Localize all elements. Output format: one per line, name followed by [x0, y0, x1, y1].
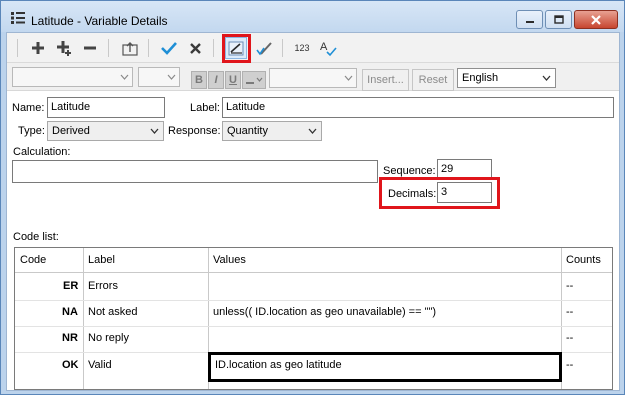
remove-button[interactable]: [79, 37, 101, 59]
language-select[interactable]: English: [457, 68, 556, 88]
toolbar-separator: [148, 39, 149, 57]
type-select[interactable]: Derived: [47, 121, 164, 141]
remove-icon: [84, 46, 96, 50]
row-code[interactable]: OK: [62, 359, 79, 371]
column-header-code[interactable]: Code: [20, 254, 46, 266]
edit-check-button[interactable]: [254, 37, 276, 59]
row-label[interactable]: Not asked: [88, 306, 138, 318]
type-label: Type:: [18, 125, 45, 137]
bold-label: B: [195, 74, 203, 86]
bold-button[interactable]: B: [191, 71, 207, 89]
accept-button[interactable]: [158, 37, 180, 59]
type-value: Derived: [52, 125, 90, 137]
chevron-down-icon: [146, 123, 162, 139]
highlight-frame: [222, 34, 251, 63]
chevron-down-icon: [304, 123, 320, 139]
decimals-highlight-frame: [379, 177, 500, 209]
toolbar: 123 A: [7, 33, 619, 63]
font-size-combo[interactable]: [138, 67, 180, 87]
number-format-button[interactable]: 123: [292, 37, 312, 59]
add-button[interactable]: [27, 37, 49, 59]
row-counts: --: [566, 359, 574, 371]
row-divider: [15, 300, 612, 301]
toolbar-separator: [282, 39, 283, 57]
svg-text:A: A: [320, 41, 328, 53]
chevron-down-icon: [538, 70, 554, 86]
codelist-grid: Code Label Values Counts ER Errors -- NA…: [14, 247, 613, 390]
close-button[interactable]: [574, 10, 618, 29]
row-values[interactable]: ID.location as geo latitude: [215, 359, 342, 371]
calculation-label: Calculation:: [13, 146, 71, 158]
add-icon: [32, 42, 44, 54]
cancel-icon: [189, 42, 201, 54]
row-code[interactable]: ER: [63, 280, 78, 292]
underline-button[interactable]: U: [225, 71, 241, 89]
accept-icon: [161, 42, 177, 55]
add-sub-button[interactable]: [53, 37, 75, 59]
minimize-button[interactable]: [516, 10, 543, 29]
chevron-down-icon: [116, 68, 132, 86]
insert-button[interactable]: Insert...: [362, 69, 409, 91]
close-icon: [591, 14, 601, 25]
column-divider: [83, 248, 84, 389]
spellcheck-icon: A: [320, 41, 337, 57]
style-combo[interactable]: [269, 68, 357, 88]
row-code[interactable]: NA: [62, 306, 78, 318]
cancel-button[interactable]: [184, 37, 206, 59]
column-header-label[interactable]: Label: [88, 254, 115, 266]
column-header-values[interactable]: Values: [213, 254, 246, 266]
underline-style-icon: [246, 77, 263, 84]
maximize-icon: [553, 15, 564, 24]
toolbar-separator: [213, 39, 214, 57]
response-label: Response:: [168, 125, 221, 137]
edit-check-icon: [256, 42, 272, 56]
move-up-button[interactable]: [119, 37, 141, 59]
spellcheck-button[interactable]: A: [317, 37, 339, 59]
sequence-label: Sequence:: [383, 165, 436, 177]
row-label[interactable]: Errors: [88, 280, 118, 292]
calculation-field[interactable]: [12, 160, 378, 183]
reset-button[interactable]: Reset: [412, 69, 454, 91]
label-label: Label:: [190, 102, 220, 114]
row-counts: --: [566, 332, 574, 344]
dialog-client: 123 A B I U Insert... Reset English Name…: [6, 32, 620, 391]
variable-details-window: Latitude - Variable Details 123 A B I U …: [0, 0, 625, 395]
values-edit-field[interactable]: ID.location as geo latitude: [208, 352, 562, 382]
underline-style-button[interactable]: [242, 71, 266, 89]
response-select[interactable]: Quantity: [222, 121, 322, 141]
font-family-combo[interactable]: [12, 67, 133, 87]
underline-label: U: [229, 74, 237, 86]
row-label[interactable]: Valid: [88, 359, 112, 371]
name-field[interactable]: Latitude: [47, 97, 165, 118]
language-value: English: [462, 72, 499, 84]
row-code[interactable]: NR: [62, 332, 78, 344]
reset-label: Reset: [418, 74, 448, 86]
italic-button[interactable]: I: [208, 71, 224, 89]
maximize-button[interactable]: [545, 10, 572, 29]
codelist-title: Code list:: [13, 231, 59, 243]
italic-label: I: [214, 74, 218, 86]
toolbar-separator: [17, 39, 18, 57]
row-values[interactable]: unless(( ID.location as geo unavailable)…: [213, 306, 436, 318]
chevron-down-icon: [163, 68, 179, 86]
number-format-icon: 123: [294, 43, 310, 53]
minimize-icon: [525, 20, 534, 23]
row-label[interactable]: No reply: [88, 332, 129, 344]
label-field[interactable]: Latitude: [222, 97, 614, 118]
title-bar[interactable]: Latitude - Variable Details: [1, 1, 624, 32]
row-counts: --: [566, 306, 574, 318]
add-sub-icon: [57, 41, 71, 56]
window-title: Latitude - Variable Details: [31, 14, 168, 28]
insert-label: Insert...: [367, 74, 404, 86]
move-up-icon: [122, 42, 138, 56]
toolbar-separator: [108, 39, 109, 57]
response-value: Quantity: [227, 125, 268, 137]
variable-list-icon: [11, 12, 25, 24]
row-divider: [15, 326, 612, 327]
chevron-down-icon: [340, 69, 356, 87]
column-header-counts[interactable]: Counts: [566, 254, 601, 266]
row-counts: --: [566, 280, 574, 292]
name-label: Name:: [12, 102, 45, 114]
